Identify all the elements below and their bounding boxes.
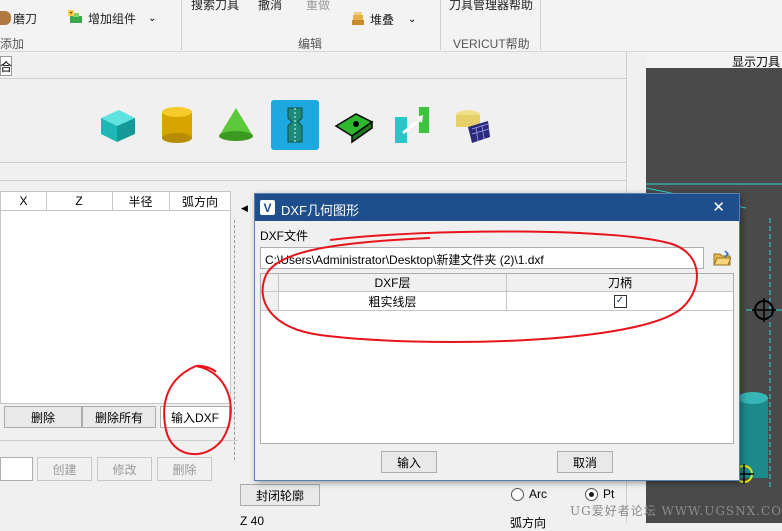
cancel-button[interactable]: 取消 [557,451,613,473]
grind-icon [0,11,11,25]
corner-cell [261,274,279,292]
shape-toolbar [94,100,496,150]
pt-radio[interactable]: Pt [585,487,614,501]
dxf-file-label: DXF文件 [260,229,309,243]
column-header-z[interactable]: Z [46,192,113,210]
move-arrow-icon [395,107,429,143]
column-header-radius[interactable]: 半径 [112,192,170,210]
radio-selected-icon [585,487,598,501]
dialog-title: DXF几何图形 [281,203,360,218]
cube-icon [101,110,135,142]
dialog-title-bar[interactable]: V DXF几何图形 ✕ [255,194,739,221]
group-separator [181,0,182,50]
checkbox-checked-icon: ✓ [613,294,627,308]
value-input[interactable] [0,457,33,481]
collapse-arrow-icon[interactable]: ◀ [241,200,248,214]
add-component-button[interactable]: + 增加组件 ⌄ [68,9,156,27]
cone-icon [219,108,253,141]
chevron-down-icon: ⌄ [408,13,417,25]
box-shape-button[interactable] [94,100,142,150]
combine-tab[interactable]: 合 [0,56,12,76]
modify-button[interactable]: 修改 [97,457,152,481]
divider [0,162,626,163]
holder-shape-button[interactable] [330,100,378,150]
grind-button[interactable]: 磨刀 [0,9,37,27]
grind-label: 磨刀 [13,11,38,26]
column-header-holder[interactable]: 刀柄 [507,274,733,292]
stack-button[interactable]: 堆叠 ⌄ [350,10,416,28]
holder-checkbox[interactable]: ✓ [507,292,733,310]
group-edit-label: 编辑 [298,37,323,51]
viewport-header: 显示刀具 [646,52,782,69]
create-button[interactable]: 创建 [37,457,92,481]
cylinder-shape-button[interactable] [153,100,201,150]
divider [0,78,626,79]
ruler [234,220,250,460]
remove-button[interactable]: 删除 [157,457,212,481]
divider [0,180,626,181]
group-help-label: VERICUT帮助 [453,37,530,51]
add-component-label: 增加组件 [88,11,137,26]
divider [0,440,238,441]
import-button[interactable]: 输入 [381,451,437,473]
arc-label: Arc [529,487,547,501]
vericut-logo-icon: V [260,200,275,215]
cylinder-icon [162,107,192,143]
revolve-profile-button[interactable] [271,100,319,150]
delete-all-button[interactable]: 删除所有 [82,406,156,428]
stack-label: 堆叠 [370,12,395,27]
mesh-icon [456,110,490,143]
mesh-shape-button[interactable] [448,100,496,150]
group-separator [440,0,441,50]
pt-label: Pt [603,487,615,501]
search-tool-button[interactable]: 搜索刀具 [191,0,239,13]
ribbon: 磨刀 + 增加组件 ⌄ 添加 搜索刀具 撤消 重做 堆叠 ⌄ 编辑 刀具管理器帮… [0,0,782,52]
close-profile-button[interactable]: 封闭轮廓 [240,484,320,506]
svg-text:+: + [69,11,73,17]
column-header-arc-direction[interactable]: 弧方向 [169,192,231,210]
profile-grid[interactable]: X Z 半径 弧方向 [0,191,231,404]
transform-button[interactable] [389,100,437,150]
table-row[interactable]: 粗实线层 ✓ [261,292,733,311]
column-header-x[interactable]: X [1,192,47,210]
undo-button[interactable]: 撤消 [258,0,282,13]
add-component-icon: + [68,10,82,23]
dxf-file-input[interactable]: C:\Users\Administrator\Desktop\新建文件夹 (2)… [260,247,704,269]
layer-table: DXF层 刀柄 粗实线层 ✓ [260,273,734,444]
open-folder-icon[interactable] [713,250,732,269]
watermark: UG爱好者论坛 WWW.UGSNX.COM [570,504,782,518]
holder-icon [334,113,374,144]
z-value: Z 40 [240,514,265,528]
revolve-profile-icon [287,107,303,143]
dxf-geometry-dialog: V DXF几何图形 ✕ DXF文件 C:\Users\Administrator… [254,193,740,481]
divider [1,210,230,211]
row-selector[interactable] [261,292,279,310]
layer-name-cell: 粗实线层 [279,292,507,310]
close-icon[interactable]: ✕ [712,198,725,216]
group-add-label: 添加 [0,37,25,51]
import-dxf-button[interactable]: 输入DXF [160,406,230,428]
redo-button[interactable]: 重做 [306,0,330,13]
tool-manager-help-button[interactable]: 刀具管理器帮助 [449,0,533,13]
radio-icon [511,487,524,501]
arc-radio[interactable]: Arc [511,487,547,501]
delete-button[interactable]: 删除 [4,406,82,428]
column-header-layer[interactable]: DXF层 [279,274,507,292]
cone-shape-button[interactable] [212,100,260,150]
chevron-down-icon: ⌄ [148,12,157,24]
group-separator [540,0,541,50]
stack-icon [352,12,364,25]
